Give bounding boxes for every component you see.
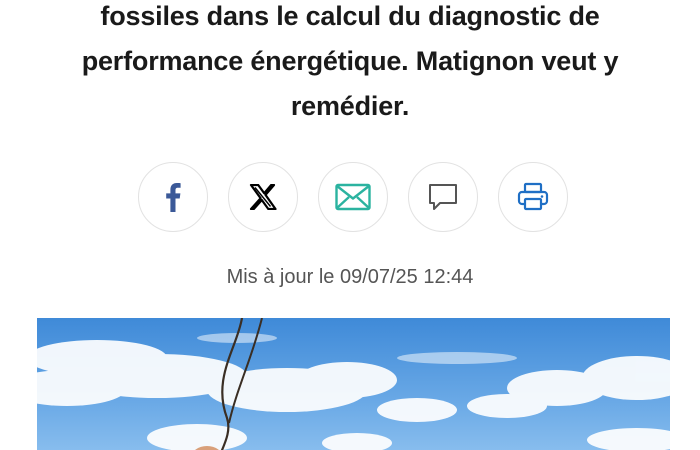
facebook-icon [164, 182, 182, 212]
share-mail-button[interactable] [318, 162, 388, 232]
headline-line: fossiles dans le calcul du diagnostic de [100, 1, 600, 31]
share-x-button[interactable] [228, 162, 298, 232]
share-facebook-button[interactable] [138, 162, 208, 232]
updated-timestamp: Mis à jour le 09/07/25 12:44 [226, 266, 474, 288]
mail-icon [335, 183, 371, 211]
x-icon [249, 184, 277, 210]
article-headline: fossiles dans le calcul du diagnostic de… [40, 0, 660, 129]
article-page: fossiles dans le calcul du diagnostic de… [0, 0, 700, 450]
headline-line: performance énergétique. Matignon veut y [81, 46, 619, 76]
share-comment-button[interactable] [408, 162, 478, 232]
hero-image [37, 318, 670, 450]
comment-icon [427, 182, 459, 212]
print-icon [517, 182, 549, 212]
share-bar [138, 162, 568, 232]
headline-line: remédier. [290, 91, 410, 121]
share-print-button[interactable] [498, 162, 568, 232]
